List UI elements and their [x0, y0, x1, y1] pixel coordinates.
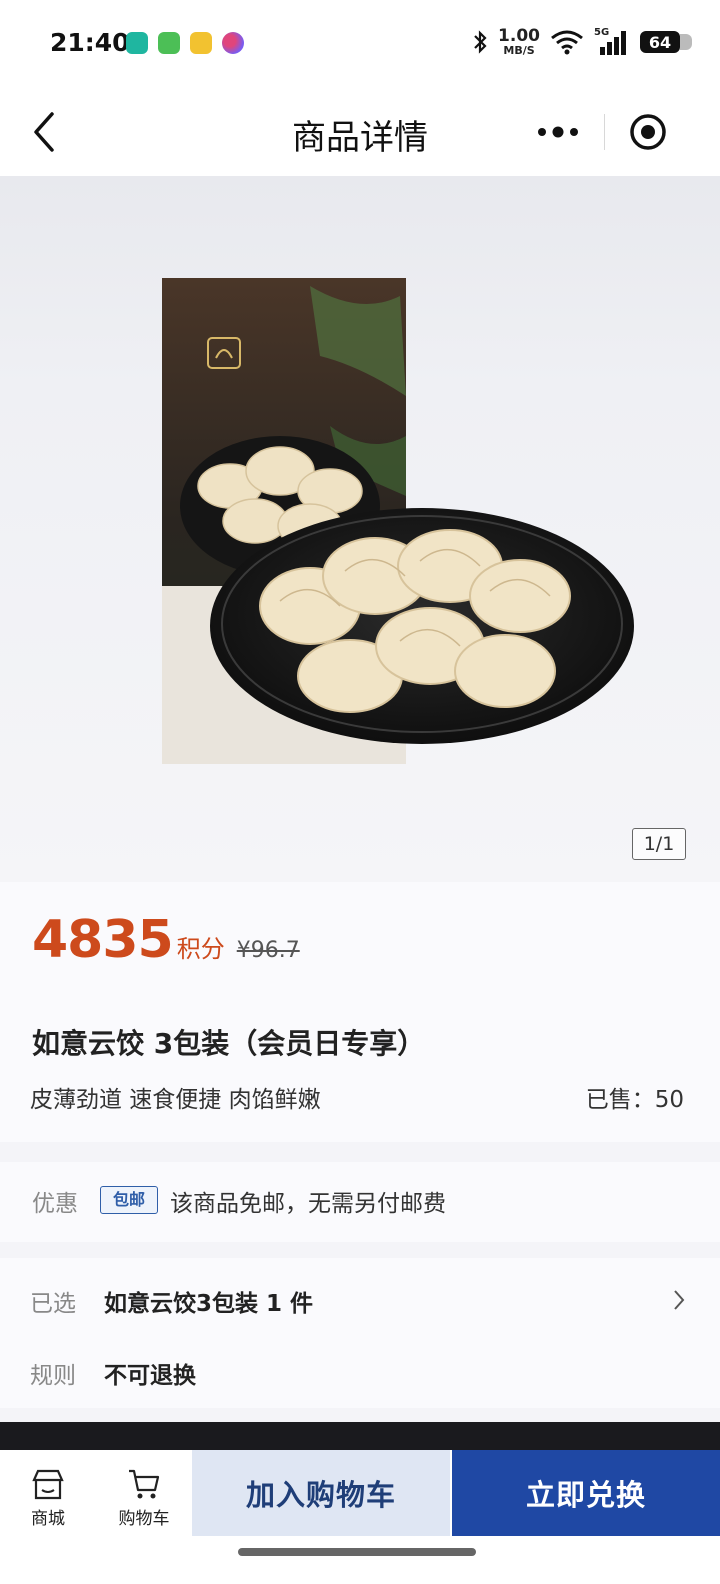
home-indicator[interactable] [238, 1548, 476, 1556]
status-bar: 21:40 1.00 MB/S 5G 64 [0, 0, 720, 88]
signal-label: 5G [594, 27, 610, 38]
promotion-row: 优惠 包邮 该商品免邮，无需另付邮费 [0, 1162, 720, 1242]
battery-level: 64 [648, 32, 672, 52]
rule-value: 不可退换 [104, 1363, 196, 1389]
product-subtitle: 皮薄劲道 速食便捷 肉馅鲜嫩 [30, 1087, 321, 1113]
net-speed: 1.00 MB/S [498, 26, 540, 57]
free-shipping-badge: 包邮 [100, 1186, 158, 1214]
tab-shop-label: 商城 [31, 1509, 65, 1529]
gallery-page-indicator: 1/1 [632, 828, 686, 860]
spec-section: 已选 如意云饺3包装 1 件 规则 不可退换 [0, 1258, 720, 1408]
points-price: 4835 [32, 910, 174, 970]
cart-icon [129, 1469, 160, 1499]
app-notification-icon [126, 32, 148, 54]
redeem-now-button[interactable]: 立即兑换 [452, 1450, 720, 1536]
message-icon [158, 32, 180, 54]
wifi-icon [551, 30, 583, 55]
sold-count: 已售：50 [585, 1087, 684, 1113]
section-divider [0, 1422, 720, 1450]
rule-label: 规则 [30, 1363, 76, 1389]
more-dots-icon[interactable] [528, 116, 588, 148]
notes-icon [190, 32, 212, 54]
shop-icon [32, 1469, 64, 1500]
tab-cart[interactable]: 购物车 [96, 1466, 192, 1536]
promotion-label: 优惠 [32, 1191, 78, 1217]
net-speed-value: 1.00 [498, 26, 540, 46]
nav-bar: 商品详情 [0, 88, 720, 176]
signal-icon: 5G [594, 27, 630, 55]
battery-icon: 64 [640, 31, 692, 53]
selected-spec-row[interactable]: 已选 如意云饺3包装 1 件 [0, 1274, 720, 1324]
points-unit: 积分 [176, 935, 225, 963]
original-price: ¥96.7 [236, 938, 300, 963]
status-indicators: 1.00 MB/S 5G 64 [472, 26, 692, 57]
net-speed-unit: MB/S [503, 44, 535, 57]
tab-cart-label: 购物车 [118, 1509, 170, 1529]
product-gallery[interactable]: 1/1 [0, 176, 720, 882]
promotion-text: 该商品免邮，无需另付邮费 [170, 1191, 446, 1217]
chevron-right-icon [674, 1290, 685, 1310]
target-circle-icon[interactable] [628, 112, 668, 152]
price-row: 4835 积分 ¥96.7 [32, 910, 300, 970]
status-time: 21:40 [50, 28, 130, 57]
product-info: 4835 积分 ¥96.7 如意云饺 3包装（会员日专享） 皮薄劲道 速食便捷 … [0, 882, 720, 1142]
rule-row: 规则 不可退换 [0, 1346, 720, 1396]
add-to-cart-button[interactable]: 加入购物车 [192, 1450, 450, 1536]
product-title: 如意云饺 3包装（会员日专享） [32, 1027, 426, 1060]
tab-shop[interactable]: 商城 [0, 1466, 96, 1536]
mini-program-capsule [510, 104, 696, 160]
assistant-icon [222, 32, 244, 54]
bluetooth-icon [474, 30, 487, 54]
capsule-divider [604, 114, 605, 150]
selected-value: 如意云饺3包装 1 件 [104, 1291, 314, 1317]
product-image [162, 278, 634, 764]
bottom-action-bar: 商城 购物车 加入购物车 立即兑换 [0, 1450, 720, 1584]
selected-label: 已选 [30, 1291, 76, 1317]
